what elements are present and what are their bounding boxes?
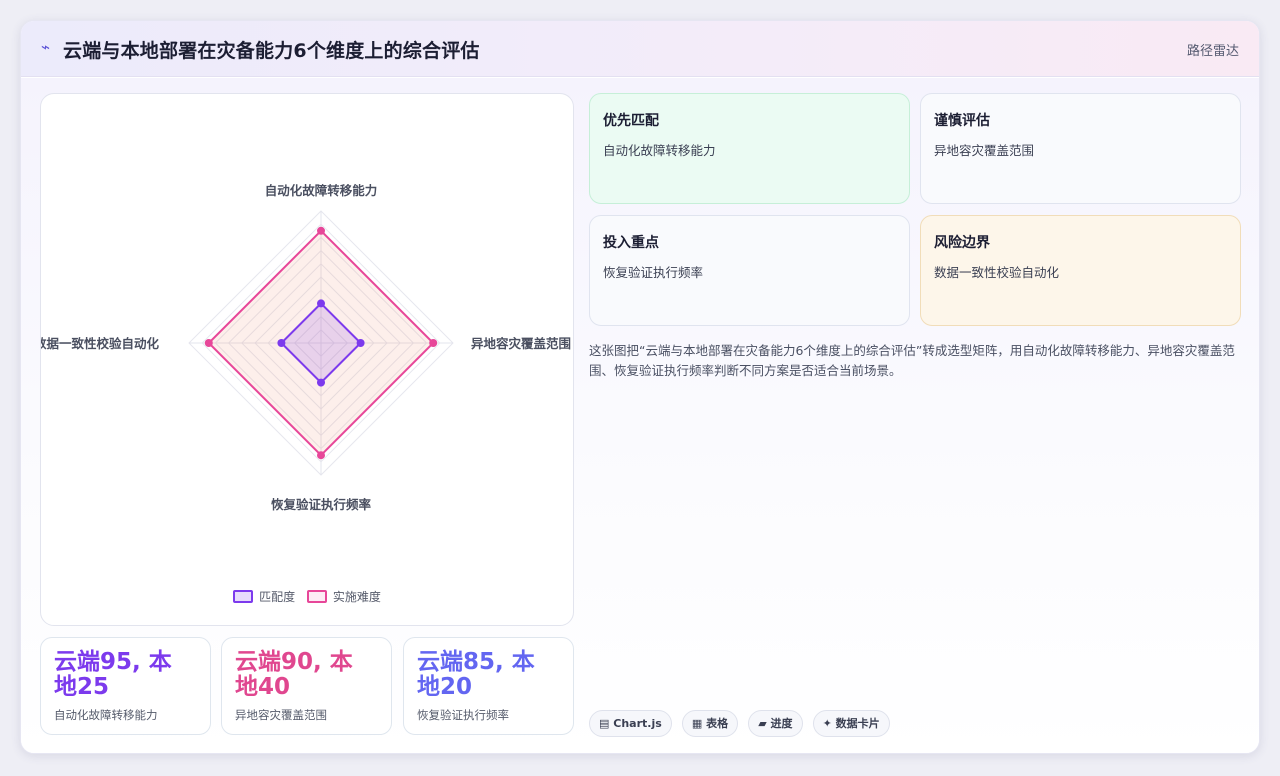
card-title: 谨慎评估 [934,113,990,129]
radar-point [317,299,325,308]
stat-value-line1: 云端95, 本 [54,649,172,675]
table-icon: ▦ [691,717,703,730]
stat-label: 恢复验证执行频率 [417,708,509,722]
tech-chips: ▤ Chart.js ▦ 表格 ▰ 进度 ✦ 数据卡片 [589,710,895,737]
chart-icon: ▤ [599,717,610,730]
stat-value: 云端85, 本 地20 [417,650,561,700]
legend-swatch-difficulty [306,590,327,603]
legend-item-match[interactable]: 匹配度 [233,588,295,605]
legend-label-match: 匹配度 [259,590,296,604]
radar-axis-label: 异地容灾覆盖范围 [471,336,571,351]
card-priority-match: 优先匹配 自动化故障转移能力 [589,93,910,204]
chip-chartjs[interactable]: ▤ Chart.js [589,710,672,737]
trend-icon: ⌁ [41,38,51,56]
radar-axis-label: 数据一致性校验自动化 [41,336,159,351]
radar-point [204,339,213,347]
chip-table[interactable]: ▦ 表格 [681,710,739,737]
chip-data-cards[interactable]: ✦ 数据卡片 [812,710,890,737]
stat-label: 异地容灾覆盖范围 [235,708,327,722]
card-investment-focus: 投入重点 恢复验证执行频率 [589,215,910,326]
app-window: ⌁ 云端与本地部署在灾备能力6个维度上的综合评估 路径雷达 自动化故障转移能力异… [20,20,1260,754]
radar-point [317,451,325,460]
page-title: 云端与本地部署在灾备能力6个维度上的综合评估 [63,40,480,62]
card-title: 投入重点 [603,235,659,251]
card-value: 恢复验证执行频率 [603,265,704,280]
stat-label: 自动化故障转移能力 [54,708,158,722]
legend-label-difficulty: 实施难度 [332,590,381,604]
card-value: 自动化故障转移能力 [603,143,716,158]
chip-progress[interactable]: ▰ 进度 [748,710,803,737]
stat-value: 云端90, 本 地40 [235,650,379,700]
card-value: 异地容灾覆盖范围 [934,143,1035,158]
radar-chart: 自动化故障转移能力异地容灾覆盖范围恢复验证执行频率 数据一致性校验自动化 [41,183,571,512]
progress-icon: ▰ [758,717,767,730]
chart-legend: 匹配度 实施难度 [41,588,573,606]
card-careful-eval: 谨慎评估 异地容灾覆盖范围 [920,93,1241,204]
view-tag[interactable]: 路径雷达 [1187,40,1239,59]
chip-label: 表格 [706,717,729,730]
card-title: 风险边界 [934,235,990,251]
radar-point [356,339,365,347]
legend-swatch-match [233,590,254,603]
chip-label: 数据卡片 [835,717,880,730]
stat-value-line2: 地25 [54,674,110,700]
radar-chart-card: 自动化故障转移能力异地容灾覆盖范围恢复验证执行频率 数据一致性校验自动化 匹配度 … [40,93,574,626]
stat-value: 云端95, 本 地25 [54,650,198,700]
stat-value-line1: 云端90, 本 [235,649,353,675]
card-risk-boundary: 风险边界 数据一致性校验自动化 [920,215,1241,326]
stat-card-coverage: 云端90, 本 地40 异地容灾覆盖范围 [221,637,392,735]
stat-value-line1: 云端85, 本 [417,649,535,675]
chip-label: 进度 [770,717,793,730]
card-title: 优先匹配 [603,113,659,129]
description-text: 这张图把“云端与本地部署在灾备能力6个维度上的综合评估”转成选型矩阵，用自动化故… [589,343,1235,378]
stat-card-verification: 云端85, 本 地20 恢复验证执行频率 [403,637,574,735]
sparkle-icon: ✦ [822,717,832,730]
radar-point [317,226,325,235]
radar-point [429,339,438,347]
chip-label: Chart.js [613,717,662,730]
stat-value-line2: 地40 [235,674,291,700]
radar-point [317,378,325,387]
stat-card-failover: 云端95, 本 地25 自动化故障转移能力 [40,637,211,735]
card-value: 数据一致性校验自动化 [934,265,1060,280]
stat-value-line2: 地20 [417,674,473,700]
main-area: 自动化故障转移能力 异地容灾覆盖范围 恢复验证执行频率 数据一致性校验自动化 匹配度 … [21,78,1259,753]
header: ⌁ 云端与本地部署在灾备能力6个维度上的综合评估 路径雷达 [21,21,1259,77]
legend-item-difficulty[interactable]: 实施难度 [306,588,381,605]
radar-axis-label: 自动化故障转移能力 [265,183,378,198]
radar-axis-label: 恢复验证执行频率 [271,497,372,512]
radar-point [277,339,286,347]
